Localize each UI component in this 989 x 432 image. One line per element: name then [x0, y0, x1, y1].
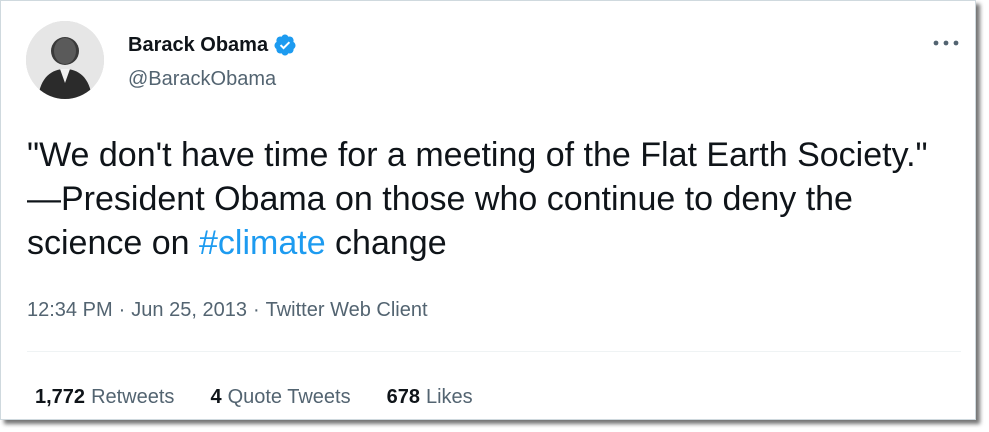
tweet-text-body: "We don't have time for a meeting of the… — [27, 136, 928, 262]
tweet-source[interactable]: Twitter Web Client — [266, 296, 428, 324]
tweet-date[interactable]: Jun 25, 2013 — [131, 296, 247, 324]
tweet-text: "We don't have time for a meeting of the… — [27, 133, 962, 265]
user-avatar-photo-icon — [26, 21, 104, 99]
display-name[interactable]: Barack Obama — [128, 33, 268, 57]
user-handle[interactable]: @BarackObama — [128, 67, 276, 91]
more-options-button[interactable] — [926, 31, 966, 55]
hashtag-link[interactable]: #climate — [199, 224, 326, 262]
more-dots-icon — [933, 40, 959, 46]
quote-tweets-stat[interactable]: 4 Quote Tweets — [210, 383, 350, 411]
meta-separator: · — [118, 299, 126, 321]
retweets-stat[interactable]: 1,772 Retweets — [35, 383, 174, 411]
likes-count: 678 — [386, 386, 420, 408]
likes-label: Likes — [425, 386, 473, 408]
verified-badge-icon — [274, 34, 296, 56]
divider — [27, 351, 961, 352]
avatar[interactable] — [26, 21, 104, 99]
retweets-count: 1,772 — [35, 386, 86, 408]
quote-tweets-count: 4 — [210, 386, 222, 408]
tweet-meta: 12:34 PM · Jun 25, 2013 · Twitter Web Cl… — [27, 296, 428, 324]
tweet-card: Barack Obama @BarackObama "We don't have… — [0, 0, 976, 420]
likes-stat[interactable]: 678 Likes — [387, 383, 473, 411]
tweet-stats: 1,772 Retweets 4 Quote Tweets 678 Likes — [35, 383, 509, 411]
quote-tweets-label: Quote Tweets — [227, 386, 351, 408]
tweet-time[interactable]: 12:34 PM — [27, 296, 113, 324]
name-row: Barack Obama — [128, 33, 297, 57]
tweet-text-end: change — [325, 224, 447, 262]
retweets-label: Retweets — [91, 386, 175, 408]
meta-separator: · — [252, 299, 260, 321]
